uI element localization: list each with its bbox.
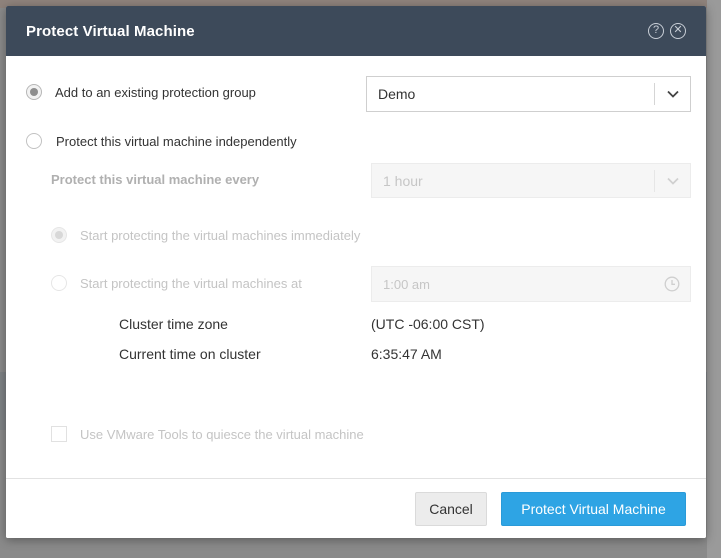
option-independent[interactable]: Protect this virtual machine independent…: [26, 133, 366, 149]
start-at-option[interactable]: Start protecting the virtual machines at: [51, 275, 361, 291]
quiesce-label: Use VMware Tools to quiesce the virtual …: [80, 426, 364, 442]
start-at-radio[interactable]: [51, 275, 67, 291]
close-icon[interactable]: ✕: [670, 23, 686, 39]
protection-group-select[interactable]: Demo: [366, 76, 691, 112]
help-icon[interactable]: ?: [648, 23, 664, 39]
background-edge: [707, 0, 721, 558]
cancel-button[interactable]: Cancel: [415, 492, 487, 526]
current-time-label: Current time on cluster: [119, 346, 261, 362]
clock-icon[interactable]: [654, 276, 690, 292]
schedule-interval-select[interactable]: 1 hour: [371, 163, 691, 198]
start-immediately-label: Start protecting the virtual machines im…: [80, 227, 361, 243]
independent-radio[interactable]: [26, 133, 42, 149]
protect-vm-button[interactable]: Protect Virtual Machine: [501, 492, 686, 526]
dialog-footer: Cancel Protect Virtual Machine: [6, 478, 706, 538]
start-time-value: 1:00 am: [383, 276, 430, 292]
protection-group-value: Demo: [378, 86, 416, 102]
start-immediately-radio[interactable]: [51, 227, 67, 243]
chevron-down-icon[interactable]: [654, 83, 690, 105]
quiesce-checkbox[interactable]: [51, 426, 67, 442]
schedule-interval-value: 1 hour: [383, 172, 423, 189]
schedule-every-label: Protect this virtual machine every: [51, 172, 260, 187]
protect-vm-dialog: Protect Virtual Machine ? ✕ Add to an ex…: [6, 6, 706, 538]
option-existing-group[interactable]: Add to an existing protection group: [26, 84, 366, 100]
existing-group-radio[interactable]: [26, 84, 42, 100]
dialog-title: Protect Virtual Machine: [26, 22, 195, 40]
independent-label: Protect this virtual machine independent…: [56, 133, 297, 149]
start-time-input[interactable]: 1:00 am: [371, 266, 691, 302]
quiesce-option[interactable]: Use VMware Tools to quiesce the virtual …: [51, 426, 431, 442]
current-time-value: 6:35:47 AM: [371, 346, 442, 362]
chevron-down-icon[interactable]: [654, 169, 690, 192]
existing-group-label: Add to an existing protection group: [55, 84, 256, 100]
cluster-time-zone-value: (UTC -06:00 CST): [371, 316, 485, 332]
start-at-label: Start protecting the virtual machines at: [80, 275, 302, 291]
start-immediately-option[interactable]: Start protecting the virtual machines im…: [51, 227, 411, 243]
schedule-every-row: Protect this virtual machine every: [51, 172, 351, 187]
dialog-header: Protect Virtual Machine ? ✕: [6, 6, 706, 56]
dialog-body: Add to an existing protection group Demo…: [6, 56, 706, 478]
cluster-time-zone-label: Cluster time zone: [119, 316, 228, 332]
